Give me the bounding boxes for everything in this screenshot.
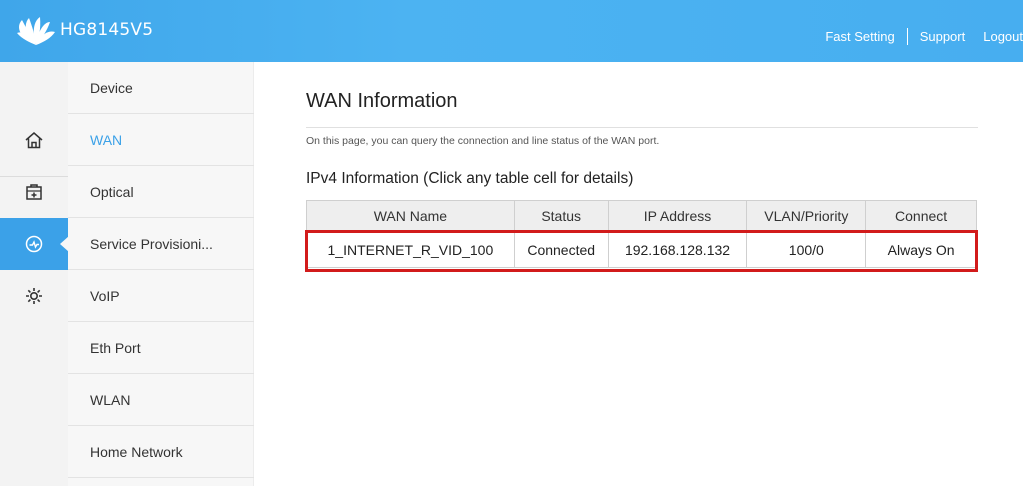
menu-item-service-provisioning[interactable]: Service Provisioni... [68, 218, 254, 270]
top-links: Fast Setting Support Logout [825, 28, 1023, 45]
cell-connect[interactable]: Always On [865, 231, 977, 268]
link-divider [906, 28, 908, 45]
fast-setting-link[interactable]: Fast Setting [825, 29, 894, 44]
cell-ip-address[interactable]: 192.168.128.132 [607, 231, 748, 268]
gauge-icon [25, 235, 43, 253]
title-divider [306, 127, 978, 128]
menu-item-home-network[interactable]: Home Network [68, 426, 254, 478]
col-header-ip-address: IP Address [607, 200, 748, 232]
rail-home[interactable] [0, 114, 68, 166]
menu-item-voip[interactable]: VoIP [68, 270, 254, 322]
menu-item-wan[interactable]: WAN [68, 114, 254, 166]
page-description: On this page, you can query the connecti… [306, 135, 660, 147]
gear-icon [26, 288, 42, 304]
menu-item-wlan[interactable]: WLAN [68, 374, 254, 426]
cell-vlan-priority[interactable]: 100/0 [746, 231, 867, 268]
device-model: HG8145V5 [60, 20, 154, 40]
cell-status[interactable]: Connected [513, 231, 609, 268]
main-content: WAN Information On this page, you can qu… [254, 62, 1023, 486]
icon-rail [0, 62, 69, 486]
home-icon [25, 132, 43, 149]
menu-item-optical[interactable]: Optical [68, 166, 254, 218]
section-title: IPv4 Information (Click any table cell f… [306, 170, 634, 187]
rail-toolbox[interactable] [0, 166, 68, 218]
toolbox-icon [26, 184, 42, 200]
huawei-logo [17, 17, 55, 45]
rail-status[interactable] [0, 218, 69, 270]
menu-item-device[interactable]: Device [68, 62, 254, 114]
col-header-wan-name: WAN Name [306, 200, 515, 232]
page-title: WAN Information [306, 90, 458, 112]
logout-link[interactable]: Logout [983, 29, 1023, 44]
table-header-row: WAN Name Status IP Address VLAN/Priority… [306, 200, 977, 232]
menu-item-eth-port[interactable]: Eth Port [68, 322, 254, 374]
support-link[interactable]: Support [920, 29, 966, 44]
top-header: HG8145V5 Fast Setting Support Logout [0, 0, 1023, 62]
col-header-vlan-priority: VLAN/Priority [746, 200, 867, 232]
wan-table: WAN Name Status IP Address VLAN/Priority… [306, 200, 977, 268]
col-header-connect: Connect [865, 200, 977, 232]
sub-menu: Device WAN Optical Service Provisioni...… [68, 62, 254, 486]
cell-wan-name[interactable]: 1_INTERNET_R_VID_100 [306, 231, 515, 268]
col-header-status: Status [513, 200, 609, 232]
table-row[interactable]: 1_INTERNET_R_VID_100 Connected 192.168.1… [306, 231, 977, 268]
rail-settings[interactable] [0, 270, 68, 322]
